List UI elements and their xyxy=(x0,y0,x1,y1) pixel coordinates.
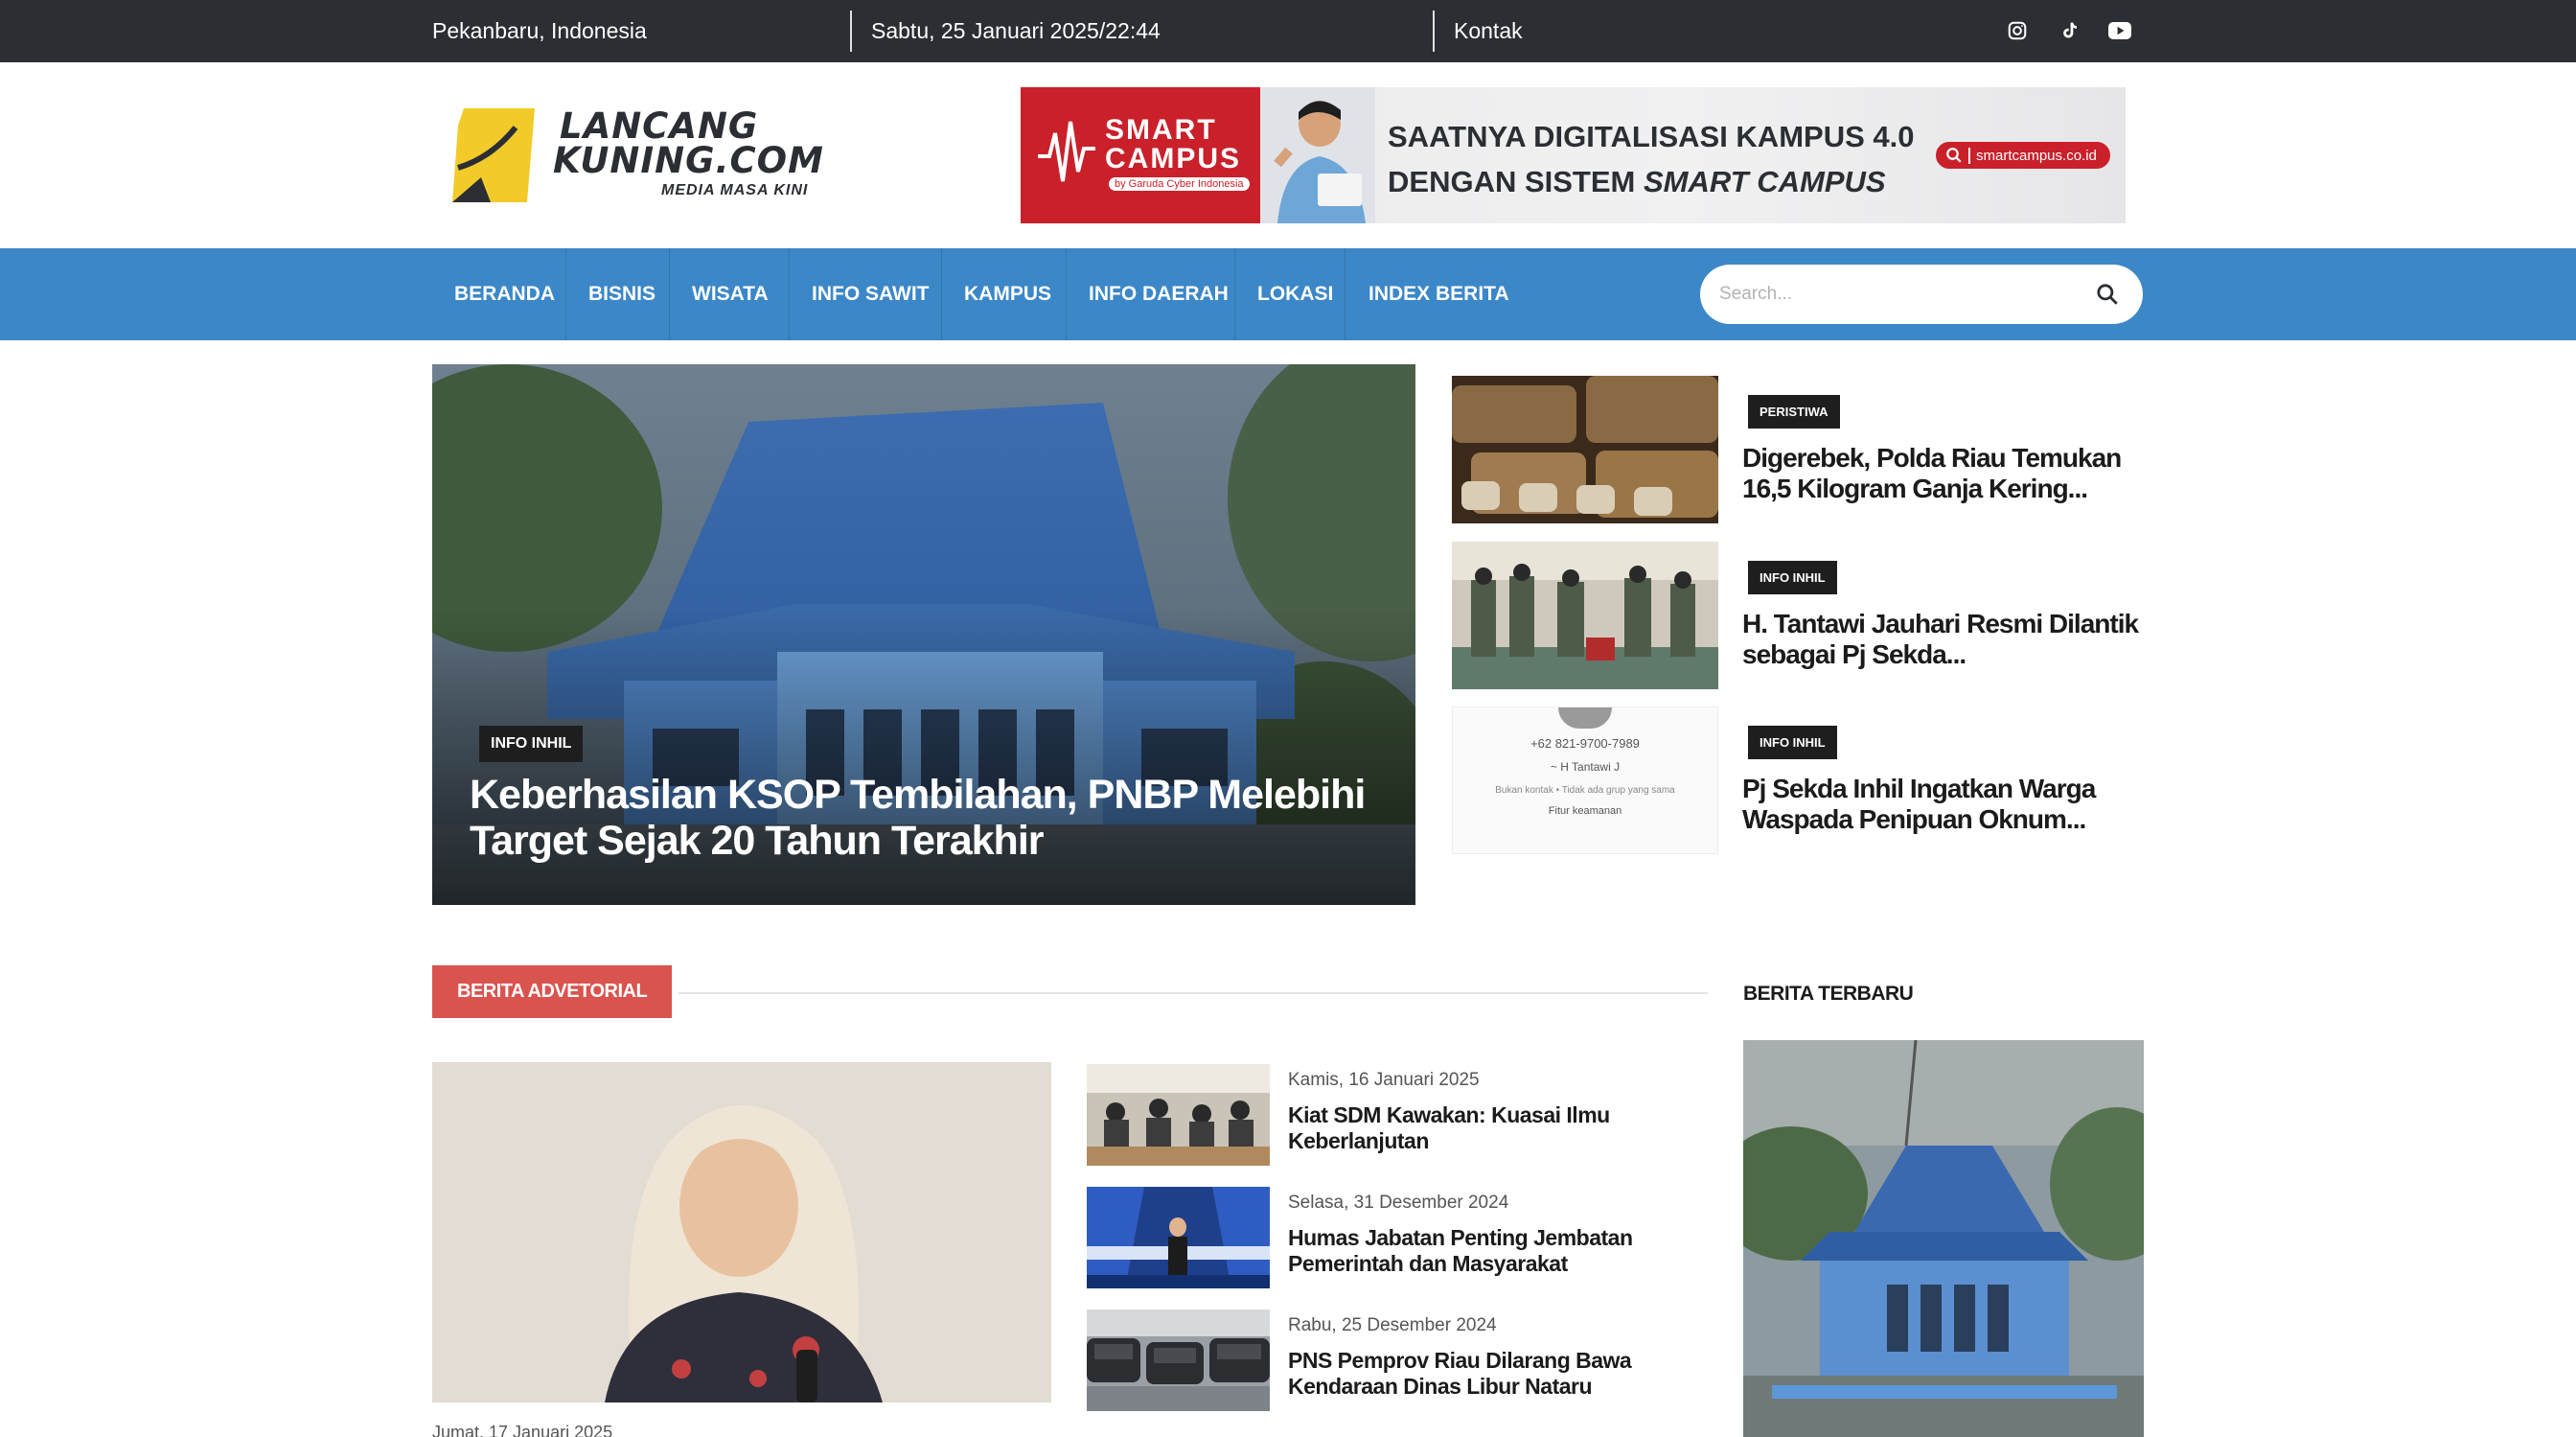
nav-item-info-daerah[interactable]: INFO DAERAH xyxy=(1089,248,1229,340)
search-input[interactable] xyxy=(1719,265,2064,324)
advertorial-list-item[interactable]: Kamis, 16 Januari 2025 Kiat SDM Kawakan:… xyxy=(1087,1064,1710,1170)
side-news-thumbnail: +62 821-9700-7989 ~ H Tantawi J Bukan ko… xyxy=(1452,707,1718,854)
nav-item-lokasi[interactable]: LOKASI xyxy=(1257,248,1333,340)
side-news-item[interactable]: PERISTIWA Digerebek, Polda Riau Temukan … xyxy=(1452,376,2142,525)
side-news-item[interactable]: +62 821-9700-7989 ~ H Tantawi J Bukan ko… xyxy=(1452,707,2142,856)
side-news-item[interactable]: INFO INHIL H. Tantawi Jauhari Resmi Dila… xyxy=(1452,542,2142,691)
side-news-thumbnail xyxy=(1452,376,1718,523)
banner-brand-by: by Garuda Cyber Indonesia xyxy=(1109,177,1250,191)
search-icon xyxy=(1946,148,1962,163)
featured-article-title[interactable]: Keberhasilan KSOP Tembilahan, PNBP Meleb… xyxy=(470,772,1370,864)
contact-link[interactable]: Kontak xyxy=(1454,0,1523,62)
banner-brand-panel: SMART CAMPUS by Garuda Cyber Indonesia xyxy=(1021,87,1260,223)
nav-item-index-berita[interactable]: INDEX BERITA xyxy=(1368,248,1509,340)
nav-item-kampus[interactable]: KAMPUS xyxy=(964,248,1051,340)
youtube-icon[interactable] xyxy=(2106,17,2133,44)
article-date: Selasa, 31 Desember 2024 xyxy=(1288,1193,1509,1213)
article-date: Kamis, 16 Januari 2025 xyxy=(1288,1070,1480,1090)
article-title[interactable]: Kiat SDM Kawakan: Kuasai Ilmu Keberlanju… xyxy=(1288,1102,1710,1154)
category-badge[interactable]: INFO INHIL xyxy=(1748,561,1837,594)
latest-news-image[interactable] xyxy=(1743,1040,2144,1437)
search-icon[interactable] xyxy=(2095,282,2120,307)
top-bar: Pekanbaru, Indonesia Sabtu, 25 Januari 2… xyxy=(0,0,2576,62)
section-heading-advertorial[interactable]: BERITA ADVETORIAL xyxy=(432,965,673,1018)
side-news-title[interactable]: Digerebek, Polda Riau Temukan 16,5 Kilog… xyxy=(1742,443,2145,504)
date-time-text: Sabtu, 25 Januari 2025/22:44 xyxy=(871,18,1161,43)
site-logo[interactable]: LANCANG KUNING.COM MEDIA MASA KINI xyxy=(452,105,823,206)
side-news-title[interactable]: Pj Sekda Inhil Ingatkan Warga Waspada Pe… xyxy=(1742,774,2145,835)
location-text: Pekanbaru, Indonesia xyxy=(432,18,647,43)
article-title[interactable]: PNS Pemprov Riau Dilarang Bawa Kendaraan… xyxy=(1288,1348,1710,1400)
section-heading-latest: BERITA TERBARU xyxy=(1743,983,1914,1005)
category-badge[interactable]: INFO INHIL xyxy=(1748,726,1837,759)
logo-mark-icon xyxy=(452,108,535,202)
latest-news-photo xyxy=(1743,1040,2144,1437)
logo-text-line2: KUNING.COM xyxy=(553,140,824,181)
advertorial-main-image xyxy=(432,1062,1051,1402)
banner-url-pill: smartcampus.co.id xyxy=(1936,142,2110,169)
instagram-icon[interactable] xyxy=(2004,17,2031,44)
advertorial-thumbnail xyxy=(1087,1310,1270,1411)
featured-category-badge[interactable]: INFO INHIL xyxy=(479,726,584,762)
banner-headline: SAATNYA DIGITALISASI KAMPUS 4.0 DENGAN S… xyxy=(1388,120,1915,198)
advertorial-list-item[interactable]: Rabu, 25 Desember 2024 PNS Pemprov Riau … xyxy=(1087,1310,1710,1415)
article-date: Rabu, 25 Desember 2024 xyxy=(1288,1315,1497,1335)
banner-person-image xyxy=(1260,87,1375,223)
article-title[interactable]: Humas Jabatan Penting Jembatan Pemerinta… xyxy=(1288,1225,1710,1277)
divider xyxy=(850,11,852,52)
advertorial-list-item[interactable]: Selasa, 31 Desember 2024 Humas Jabatan P… xyxy=(1087,1187,1710,1292)
advertorial-thumbnail xyxy=(1087,1187,1270,1288)
logo-tagline: MEDIA MASA KINI xyxy=(661,182,809,198)
smart-campus-banner-ad[interactable]: SMART CAMPUS by Garuda Cyber Indonesia S… xyxy=(1021,87,2126,223)
nav-item-beranda[interactable]: BERANDA xyxy=(454,248,555,340)
nav-item-bisnis[interactable]: BISNIS xyxy=(588,248,656,340)
category-badge[interactable]: PERISTIWA xyxy=(1748,395,1840,429)
tiktok-icon[interactable] xyxy=(2056,17,2082,44)
advertorial-thumbnail xyxy=(1087,1064,1270,1166)
featured-article[interactable]: INFO INHIL Keberhasilan KSOP Tembilahan,… xyxy=(432,364,1415,905)
advertorial-main-date: Jumat, 17 Januari 2025 xyxy=(432,1423,613,1437)
search-box xyxy=(1700,265,2143,324)
banner-brand-name: SMART CAMPUS xyxy=(1105,114,1242,174)
advertorial-main-article[interactable] xyxy=(432,1062,1051,1402)
nav-item-info-sawit[interactable]: INFO SAWIT xyxy=(812,248,930,340)
nav-item-wisata[interactable]: WISATA xyxy=(692,248,769,340)
pulse-logo-icon xyxy=(1038,121,1095,182)
side-news-title[interactable]: H. Tantawi Jauhari Resmi Dilantik sebaga… xyxy=(1742,609,2145,670)
main-navigation: BERANDA BISNIS WISATA INFO SAWIT KAMPUS … xyxy=(0,248,2576,340)
side-news-thumbnail xyxy=(1452,542,1718,689)
section-divider xyxy=(678,992,1708,994)
divider xyxy=(1433,11,1435,52)
